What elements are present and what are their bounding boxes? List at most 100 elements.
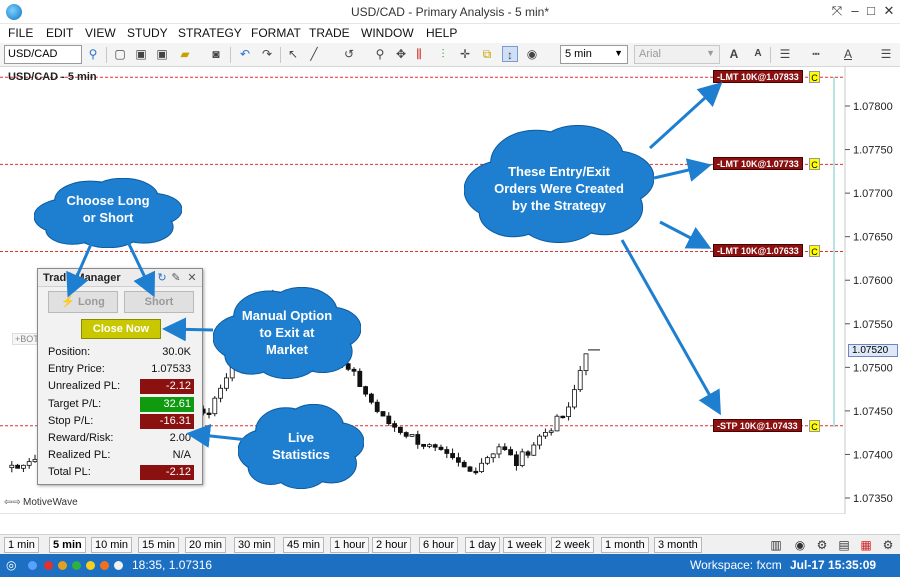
close-button[interactable]: ✕ — [880, 3, 898, 19]
price-label: 1.07550 — [853, 319, 893, 331]
maximize-button[interactable]: □ — [862, 3, 880, 18]
symbol-input[interactable]: USD/CAD — [4, 45, 82, 64]
settings-icon[interactable]: ⚙ — [880, 538, 896, 552]
order-cancel-button[interactable]: C — [809, 158, 820, 171]
order-label[interactable]: -LMT 10K@1.07833 — [713, 70, 803, 84]
menu-view[interactable]: VIEW — [85, 26, 116, 40]
tab-interval[interactable]: 1 min — [4, 537, 39, 553]
menu-strategy[interactable]: STRATEGY — [178, 26, 242, 40]
save-icon[interactable]: ▣ — [133, 46, 149, 62]
tab-interval[interactable]: 3 month — [654, 537, 702, 553]
close-icon[interactable]: ✕ — [186, 271, 198, 284]
new-chart-icon[interactable]: ▢ — [112, 46, 128, 62]
tab-interval[interactable]: 2 hour — [372, 537, 412, 553]
bar-type-icon[interactable]: ⫼ — [411, 46, 427, 62]
stat-label: Realized PL: — [48, 449, 111, 462]
tab-interval[interactable]: 10 min — [91, 537, 133, 553]
tab-interval[interactable]: 1 day — [465, 537, 500, 553]
candle-body — [380, 411, 386, 417]
menu-study[interactable]: STUDY — [127, 26, 168, 40]
menu-edit[interactable]: EDIT — [46, 26, 73, 40]
order-cancel-button[interactable]: C — [809, 71, 820, 84]
text-color-icon[interactable]: A — [840, 46, 856, 62]
trade-manager-header[interactable]: Trade Manager ↻ ✎ ✕ — [38, 269, 202, 287]
link-icon[interactable]: ⧉ — [479, 46, 495, 62]
menu-window[interactable]: WINDOW — [361, 26, 414, 40]
line-width-icon[interactable]: ☰ — [777, 46, 793, 62]
undo-icon[interactable]: ↶ — [237, 46, 253, 62]
fullscreen-icon[interactable]: ⤧ — [828, 3, 846, 19]
title-bar: USD/CAD - Primary Analysis - 5 min* ⤧ – … — [0, 0, 900, 24]
candle-body — [537, 435, 542, 446]
redo-icon[interactable]: ↷ — [259, 46, 275, 62]
menu-file[interactable]: FILE — [8, 26, 33, 40]
line-tool-icon[interactable]: ╱ — [306, 46, 322, 62]
open-folder-icon[interactable]: ▰ — [177, 46, 193, 62]
candle-body — [514, 454, 519, 466]
visibility-icon[interactable]: ◉ — [792, 538, 808, 552]
tab-interval[interactable]: 20 min — [185, 537, 227, 553]
stat-label: Total PL: — [48, 466, 91, 479]
candle-body — [15, 464, 21, 469]
tab-interval[interactable]: 45 min — [283, 537, 325, 553]
menu-icon[interactable]: ☰ — [878, 46, 894, 62]
connection-icon[interactable]: ◎ — [6, 558, 16, 572]
crosshair-icon[interactable]: ✛ — [457, 46, 473, 62]
bar-chart-icon[interactable]: ▥ — [768, 538, 784, 552]
candle-body — [554, 415, 560, 432]
status-light-icon — [28, 561, 37, 570]
window-title: USD/CAD - Primary Analysis - 5 min* — [350, 5, 550, 19]
tab-interval[interactable]: 1 week — [503, 537, 546, 553]
order-label[interactable]: -LMT 10K@1.07633 — [713, 244, 803, 258]
pan-icon[interactable]: ✥ — [393, 46, 409, 62]
watermark: MotiveWave — [23, 497, 78, 508]
tab-interval[interactable]: 15 min — [138, 537, 180, 553]
stat-row: Total PL: -2.12 — [48, 465, 194, 481]
candle-body — [496, 446, 502, 455]
tools-icon[interactable]: ⚙ — [814, 538, 830, 552]
search-icon[interactable]: ⚲ — [85, 46, 101, 62]
order-cancel-button[interactable]: C — [809, 419, 820, 432]
zoom-icon[interactable]: ⚲ — [372, 46, 388, 62]
tab-interval[interactable]: 5 min — [49, 537, 86, 553]
stat-value: 30.0K — [162, 346, 191, 358]
menu-trade[interactable]: TRADE — [309, 26, 350, 40]
camera-icon[interactable]: ◙ — [208, 46, 224, 62]
order-label[interactable]: -STP 10K@1.07433 — [713, 418, 802, 432]
tab-interval[interactable]: 2 week — [551, 537, 594, 553]
scroll-arrows-icon[interactable]: ⇦⇨ — [4, 497, 21, 508]
order-label[interactable]: -LMT 10K@1.07733 — [713, 157, 803, 171]
long-button[interactable]: ⚡ Long — [48, 291, 118, 313]
chart-type-icon[interactable]: ▤ — [836, 538, 852, 552]
menu-help[interactable]: HELP — [426, 26, 457, 40]
tab-interval[interactable]: 1 month — [601, 537, 649, 553]
scale-icon[interactable]: ↕ — [502, 46, 518, 62]
candle-body — [363, 386, 369, 395]
line-style-icon[interactable]: ┅ — [808, 46, 824, 62]
stat-value: -2.12 — [140, 465, 194, 481]
current-price-tag: 1.07520 — [848, 344, 898, 357]
font-select[interactable]: Arial ▼ — [634, 45, 720, 64]
stat-value: -2.12 — [140, 379, 194, 395]
lasso-icon[interactable]: ↺ — [341, 46, 357, 62]
wrench-icon[interactable]: ✎ — [170, 271, 182, 284]
font-decrease-icon[interactable]: A — [750, 46, 766, 62]
candle-body — [444, 449, 450, 454]
stat-row: Position: 30.0K — [48, 345, 194, 361]
menu-format[interactable]: FORMAT — [251, 26, 301, 40]
refresh-icon[interactable]: ↻ — [156, 271, 168, 284]
tab-interval[interactable]: 6 hour — [419, 537, 459, 553]
indicator-icon[interactable]: ⫶ — [435, 46, 451, 62]
cursor-icon[interactable]: ↖ — [285, 46, 301, 62]
price-label: 1.07650 — [853, 232, 893, 244]
order-cancel-button[interactable]: C — [809, 245, 820, 258]
tab-interval[interactable]: 1 hour — [330, 537, 370, 553]
eye-icon[interactable]: ◉ — [524, 46, 540, 62]
short-button[interactable]: Short — [124, 291, 194, 313]
tab-interval[interactable]: 30 min — [234, 537, 276, 553]
calendar-icon[interactable]: ▦ — [858, 538, 874, 552]
close-now-button[interactable]: Close Now — [81, 319, 161, 339]
font-increase-icon[interactable]: A — [726, 46, 742, 62]
interval-select[interactable]: 5 min ▼ — [560, 45, 628, 64]
save-as-icon[interactable]: ▣ — [154, 46, 170, 62]
